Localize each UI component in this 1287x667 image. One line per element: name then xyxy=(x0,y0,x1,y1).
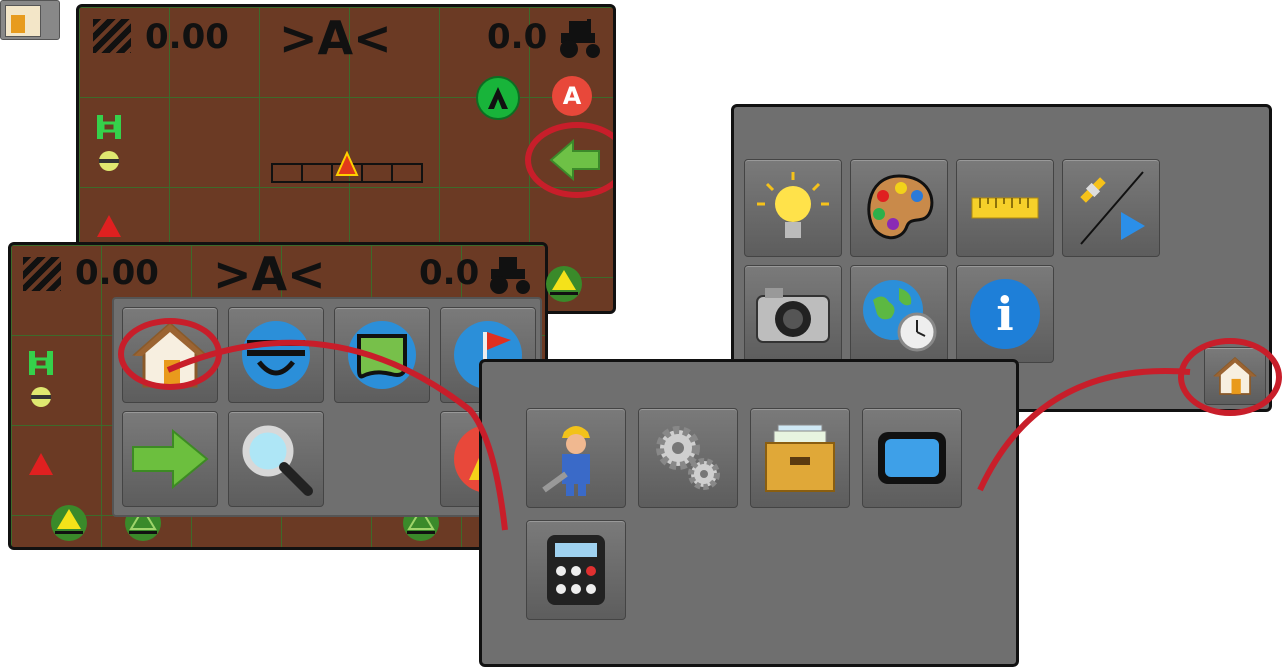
field-boundary-icon xyxy=(348,321,416,389)
colors-button[interactable] xyxy=(850,159,948,257)
system-menu-panel xyxy=(479,359,1019,667)
steering-button[interactable] xyxy=(228,307,324,403)
palette-icon xyxy=(867,174,934,240)
worker-icon xyxy=(542,426,590,496)
next-button[interactable] xyxy=(122,411,218,507)
tractor-icon xyxy=(560,19,600,58)
steer-left-icon[interactable] xyxy=(47,503,91,543)
ruler-icon xyxy=(971,197,1039,219)
units-button[interactable] xyxy=(956,159,1054,257)
rate-icon xyxy=(93,19,131,53)
rate-value: 0.00 xyxy=(145,17,229,57)
calculator-icon xyxy=(547,535,605,605)
brightness-button[interactable] xyxy=(744,159,842,257)
guidance-mode: >A< xyxy=(213,247,326,301)
screenshot-button[interactable] xyxy=(744,265,842,363)
operator-button[interactable] xyxy=(526,408,626,508)
home-menu-home-highlight xyxy=(1178,338,1282,416)
steer-indicator-icon xyxy=(546,266,582,302)
settings-button[interactable] xyxy=(638,408,738,508)
tractor-icon xyxy=(490,257,530,294)
camera-icon xyxy=(756,288,830,343)
home-button-highlight xyxy=(118,318,222,390)
speed-value: 0.0 xyxy=(487,17,548,57)
data-management-button[interactable] xyxy=(750,408,850,508)
console-button[interactable] xyxy=(862,408,962,508)
boom-section-icon xyxy=(97,115,121,171)
steering-icon xyxy=(242,321,310,389)
a-marker-icon[interactable]: A xyxy=(552,76,592,116)
magnifier-icon xyxy=(242,425,313,496)
file-box-icon xyxy=(765,424,835,492)
warning-triangle-icon xyxy=(97,215,121,237)
rate-value: 0.00 xyxy=(75,253,159,293)
region-button[interactable] xyxy=(850,265,948,363)
tools-button[interactable] xyxy=(526,520,626,620)
gps-button[interactable] xyxy=(1062,159,1160,257)
field-boundary-button[interactable] xyxy=(334,307,430,403)
lightbulb-icon xyxy=(757,172,829,238)
gps-icon xyxy=(1080,171,1145,245)
display-icon xyxy=(878,432,946,484)
warning-triangle-icon xyxy=(29,453,53,475)
about-button[interactable]: i xyxy=(956,265,1054,363)
status-bar: 0.00 >A< 0.0 xyxy=(11,245,545,303)
status-bar: 0.00 >A< 0.0 xyxy=(79,7,613,65)
guidance-mode: >A< xyxy=(279,11,392,65)
back-arrow-highlight xyxy=(525,122,613,198)
globe-clock-icon xyxy=(863,280,937,352)
vehicle-position-icon xyxy=(335,151,359,176)
speed-value: 0.0 xyxy=(419,253,480,293)
info-icon: i xyxy=(970,279,1040,349)
zoom-button[interactable] xyxy=(228,411,324,507)
next-arrow-icon xyxy=(132,428,209,490)
a-point-icon[interactable] xyxy=(476,76,520,120)
rate-icon xyxy=(23,257,61,291)
boom-section-icon xyxy=(29,351,53,407)
home-shortcut-icon[interactable] xyxy=(0,0,60,40)
gears-icon xyxy=(656,426,720,490)
